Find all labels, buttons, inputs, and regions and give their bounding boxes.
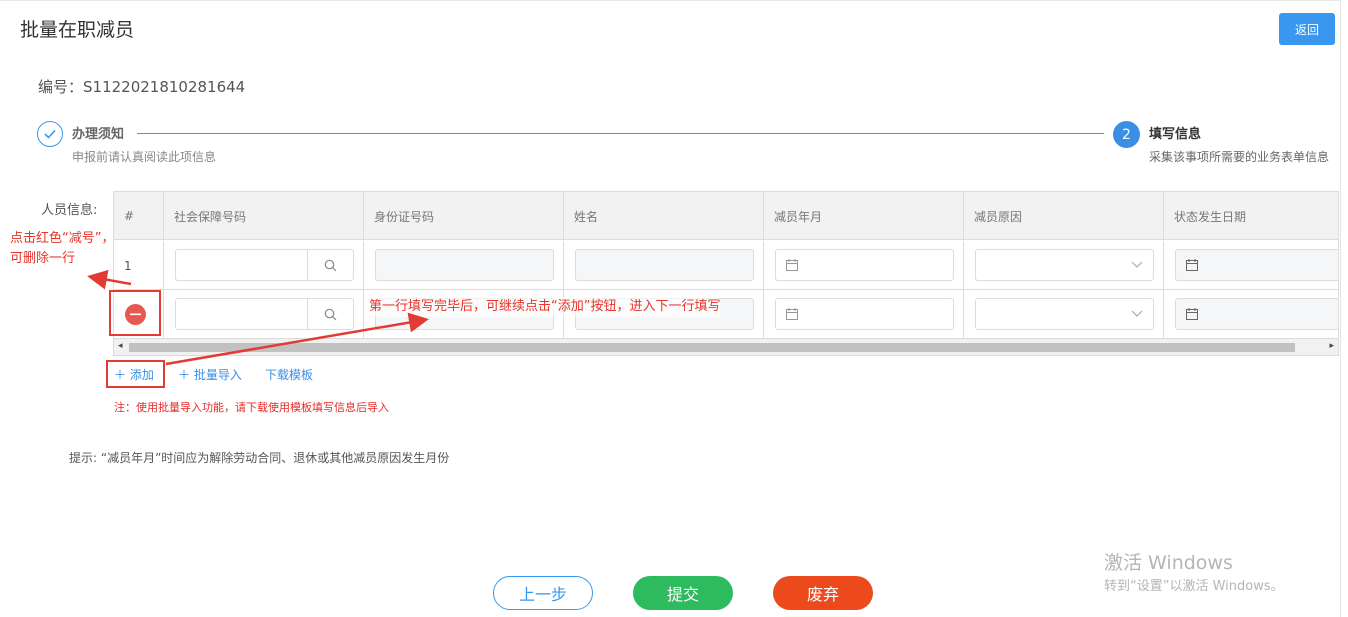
download-template-link[interactable]: 下载模板 [265,366,313,383]
column-header-name: 姓名 [564,192,764,240]
delete-highlight-box [109,290,161,336]
persons-label: 人员信息: [41,203,98,218]
serial-number: 编号：S1122021810281644 [38,78,246,96]
status-date-picker[interactable] [1175,249,1338,281]
step-1-description: 申报前请认真阅读此项信息 [72,150,217,164]
calendar-icon [786,259,798,271]
add-highlight-box [106,360,165,388]
previous-step-button[interactable]: 上一步 [493,576,593,610]
column-header-status-date: 状态发生日期 [1164,192,1338,240]
persons-table: # 社会保障号码 身份证号码 姓名 减员年月 减员原因 状态发生日期 1 ◂ ▸ [113,191,1339,356]
horizontal-scrollbar[interactable]: ◂ ▸ [114,339,1338,355]
windows-activation-title: 激活 Windows [1104,552,1233,574]
reduction-reason-select[interactable] [975,298,1154,330]
delete-annotation-line-1: 点击红色“减号”， [10,231,115,246]
scroll-right-arrow-icon[interactable]: ▸ [1329,341,1334,351]
top-divider [0,0,1340,1]
reduction-month-picker[interactable] [775,298,954,330]
column-header-reduction-month: 减员年月 [764,192,964,240]
submit-button[interactable]: 提交 [633,576,733,610]
column-header-reduction-reason: 减员原因 [964,192,1164,240]
status-date-picker[interactable] [1175,298,1338,330]
back-button[interactable]: 返回 [1279,13,1335,45]
batch-import-button[interactable]: ＋ 批量导入 [178,366,242,383]
step-1-check-icon [37,121,63,147]
reduction-reason-select[interactable] [975,249,1154,281]
calendar-icon [786,308,798,320]
name-field [575,249,754,281]
column-header-social-security-number: 社会保障号码 [164,192,364,240]
import-note: 注：使用批量导入功能，请下载使用模板填写信息后导入 [114,401,389,414]
chevron-down-icon [1131,310,1143,317]
search-icon[interactable] [307,250,353,280]
reduction-month-picker[interactable] [775,249,954,281]
step-connector [137,133,1104,134]
step-2-number: 2 [1113,121,1140,148]
chevron-down-icon [1131,261,1143,268]
calendar-icon [1186,308,1198,320]
step-1-title: 办理须知 [72,127,125,142]
column-header-id-number: 身份证号码 [364,192,564,240]
hint-text: 提示: “减员年月”时间应为解除劳动合同、退休或其他减员原因发生月份 [69,451,450,465]
table-row: 1 [114,241,1338,290]
delete-annotation: 点击红色“减号”， 可删除一行 [10,229,114,269]
batch-import-label: 批量导入 [193,368,242,382]
table-header: # 社会保障号码 身份证号码 姓名 减员年月 减员原因 状态发生日期 [114,192,1338,240]
column-header-index: # [114,192,164,240]
table-row [114,290,1338,339]
discard-button[interactable]: 废弃 [773,576,873,610]
scroll-left-arrow-icon[interactable]: ◂ [118,341,123,351]
social-security-number-input[interactable] [175,249,354,281]
social-security-number-input[interactable] [175,298,354,330]
delete-annotation-line-2: 可删除一行 [10,251,76,266]
step-2-title: 填写信息 [1149,127,1202,142]
id-number-field [375,249,554,281]
page-title: 批量在职减员 [20,19,135,41]
step-2-description: 采集该事项所需要的业务表单信息 [1149,150,1330,164]
row-number: 1 [114,241,164,290]
plus-icon: ＋ [178,368,194,382]
scrollbar-thumb[interactable] [129,343,1295,352]
windows-activation-subtitle: 转到“设置”以激活 Windows。 [1104,579,1284,594]
calendar-icon [1186,259,1198,271]
add-annotation: 第一行填写完毕后，可继续点击“添加”按钮，进入下一行填写 [369,297,721,317]
search-icon[interactable] [307,299,353,329]
right-divider [1340,0,1341,617]
